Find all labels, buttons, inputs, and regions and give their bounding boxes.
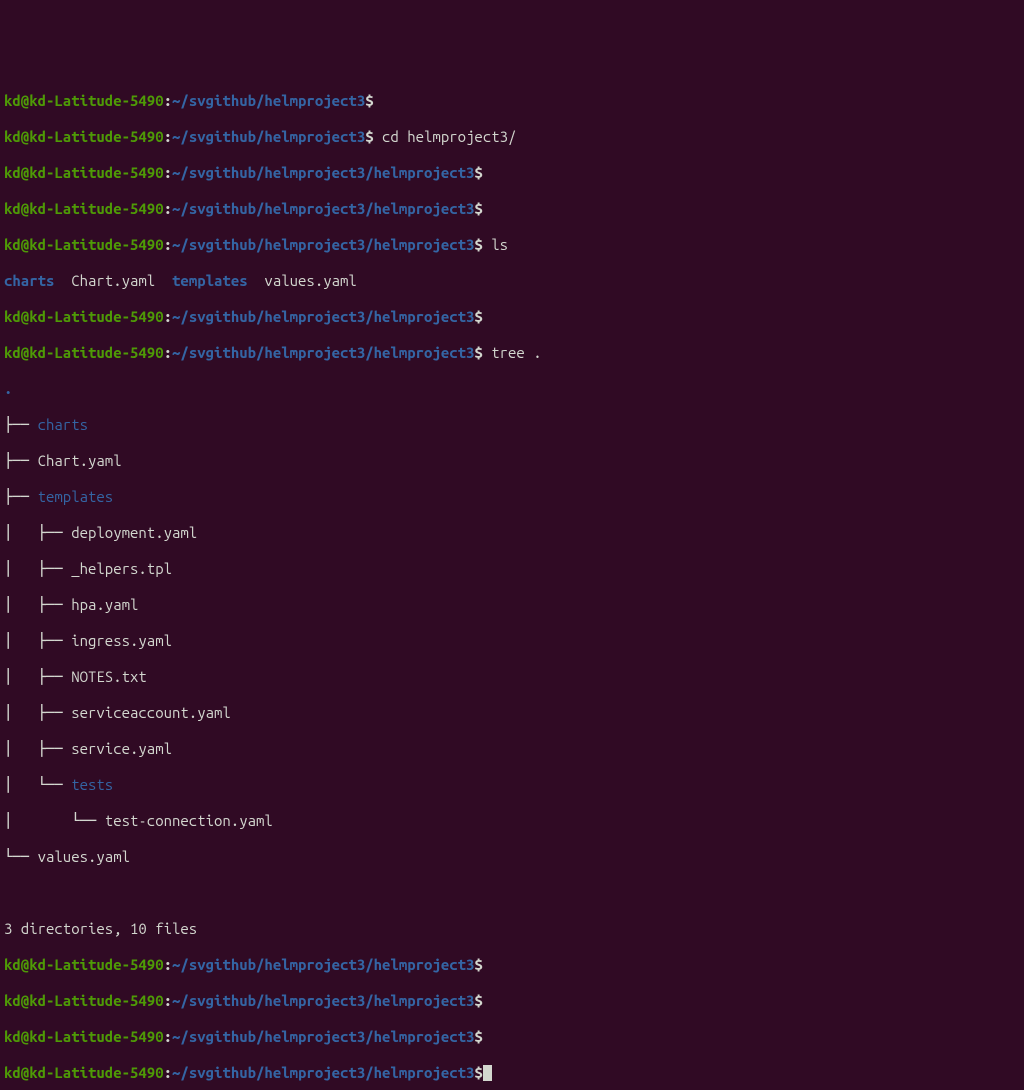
blank-line bbox=[4, 884, 1020, 902]
tree-item: │ └── tests bbox=[4, 776, 1020, 794]
tree-item: │ ├── _helpers.tpl bbox=[4, 560, 1020, 578]
tree-item: └── values.yaml bbox=[4, 848, 1020, 866]
tree-item: ├── charts bbox=[4, 416, 1020, 434]
tree-summary: 3 directories, 10 files bbox=[4, 920, 1020, 938]
tree-item: │ └── test-connection.yaml bbox=[4, 812, 1020, 830]
tree-item: ├── Chart.yaml bbox=[4, 452, 1020, 470]
tree-item: │ ├── serviceaccount.yaml bbox=[4, 704, 1020, 722]
prompt-line: kd@kd-Latitude-5490:~/svgithub/helmproje… bbox=[4, 992, 1020, 1010]
prompt-line: kd@kd-Latitude-5490:~/svgithub/helmproje… bbox=[4, 200, 1020, 218]
user-host: kd@kd-Latitude-5490 bbox=[4, 92, 164, 109]
tree-item: │ ├── ingress.yaml bbox=[4, 632, 1020, 650]
prompt-line: kd@kd-Latitude-5490:~/svgithub/helmproje… bbox=[4, 236, 1020, 254]
tree-item: ├── templates bbox=[4, 488, 1020, 506]
tree-item: │ ├── deployment.yaml bbox=[4, 524, 1020, 542]
prompt-line: kd@kd-Latitude-5490:~/svgithub/helmproje… bbox=[4, 1028, 1020, 1046]
cwd-path: ~/svgithub/helmproject3 bbox=[172, 92, 365, 109]
command-tree: tree . bbox=[483, 344, 542, 361]
prompt-line: kd@kd-Latitude-5490:~/svgithub/helmproje… bbox=[4, 344, 1020, 362]
prompt-line-active[interactable]: kd@kd-Latitude-5490:~/svgithub/helmproje… bbox=[4, 1064, 1020, 1082]
prompt-line: kd@kd-Latitude-5490:~/svgithub/helmproje… bbox=[4, 128, 1020, 146]
cursor-icon bbox=[483, 1065, 492, 1081]
prompt-line: kd@kd-Latitude-5490:~/svgithub/helmproje… bbox=[4, 92, 1020, 110]
prompt-line: kd@kd-Latitude-5490:~/svgithub/helmproje… bbox=[4, 308, 1020, 326]
tree-item: │ ├── service.yaml bbox=[4, 740, 1020, 758]
dir-charts: charts bbox=[4, 272, 54, 289]
command-cd: cd helmproject3/ bbox=[374, 128, 517, 145]
tree-item: │ ├── hpa.yaml bbox=[4, 596, 1020, 614]
prompt-line: kd@kd-Latitude-5490:~/svgithub/helmproje… bbox=[4, 956, 1020, 974]
ls-output: charts Chart.yaml templates values.yaml bbox=[4, 272, 1020, 290]
tree-item: │ ├── NOTES.txt bbox=[4, 668, 1020, 686]
terminal[interactable]: kd@kd-Latitude-5490:~/svgithub/helmproje… bbox=[4, 74, 1020, 1090]
command-ls: ls bbox=[483, 236, 508, 253]
prompt-line: kd@kd-Latitude-5490:~/svgithub/helmproje… bbox=[4, 164, 1020, 182]
tree-root: . bbox=[4, 380, 1020, 398]
dir-templates: templates bbox=[172, 272, 248, 289]
